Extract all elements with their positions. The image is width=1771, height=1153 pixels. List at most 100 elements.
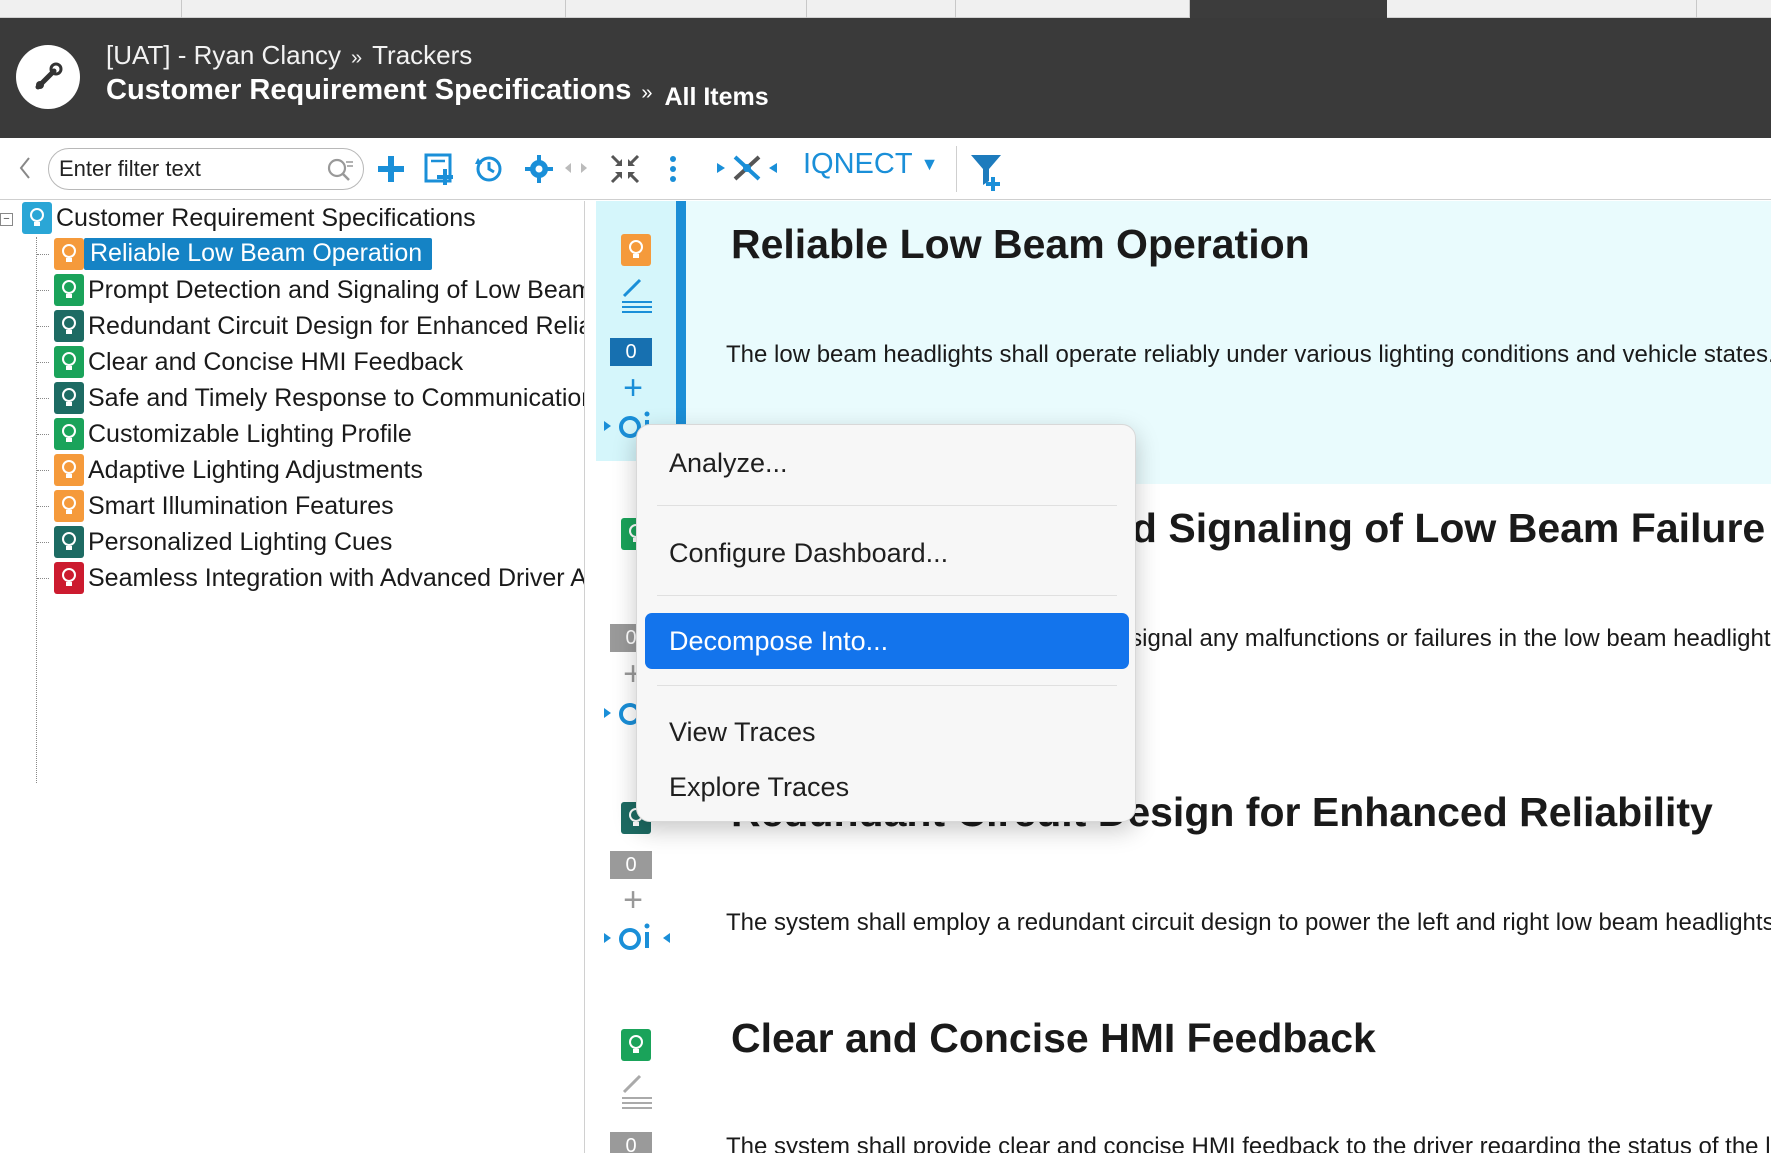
tree-guide-tick	[37, 506, 49, 507]
menu-item-configure-dashboard[interactable]: Configure Dashboard...	[645, 525, 1129, 581]
browser-tab[interactable]	[1387, 0, 1697, 18]
breadcrumb-project[interactable]: [UAT] - Ryan Clancy	[106, 40, 341, 70]
tree-guide-tick	[37, 362, 49, 363]
item-description[interactable]: The system shall provide clear and conci…	[726, 1133, 1771, 1153]
filter-box	[48, 148, 364, 190]
tree-guide-tick	[37, 542, 49, 543]
more-options-vertical-dots-icon[interactable]	[660, 150, 686, 188]
toolbar: IQNECT ▼	[0, 138, 1771, 200]
tree-panel: − Customer Requirement Specifications Re…	[0, 201, 585, 1153]
iqnect-label: IQNECT	[803, 148, 913, 180]
collapse-all-icon[interactable]	[606, 150, 644, 188]
title-separator: »	[641, 82, 653, 104]
status-lightbulb-icon[interactable]	[621, 1029, 651, 1061]
breadcrumb: [UAT] - Ryan Clancy » Trackers	[106, 40, 472, 71]
tree-item-label: Redundant Circuit Design for Enhanced Re…	[88, 311, 584, 340]
tree-item[interactable]: Redundant Circuit Design for Enhanced Re…	[54, 309, 584, 343]
comment-count-badge[interactable]: 0	[610, 851, 652, 879]
add-plus-icon[interactable]: +	[618, 371, 648, 405]
add-child-item-icon[interactable]	[422, 150, 460, 188]
iqnect-menu-button[interactable]: IQNECT ▼	[803, 148, 938, 181]
collapse-panel-chevron-icon[interactable]	[12, 152, 38, 184]
tree-item[interactable]: Customizable Lighting Profile	[54, 417, 412, 451]
status-lightbulb-icon	[54, 382, 84, 414]
status-lightbulb-icon	[54, 274, 84, 306]
tree-item[interactable]: Safe and Timely Response to Communicatio…	[54, 381, 584, 415]
browser-tab[interactable]	[807, 0, 956, 18]
item-description[interactable]: The low beam headlights shall operate re…	[726, 341, 1771, 369]
edit-pencil-icon[interactable]	[620, 1074, 654, 1114]
item-title[interactable]: Reliable Low Beam Operation	[731, 221, 1310, 268]
item-description[interactable]: The system shall employ a redundant circ…	[726, 909, 1771, 937]
browser-tab-active[interactable]	[1190, 0, 1387, 18]
breadcrumb-separator: »	[351, 47, 363, 69]
browser-tab[interactable]	[0, 0, 182, 18]
page-title-line: Customer Requirement Specifications » All …	[106, 74, 769, 111]
item-title[interactable]: Clear and Concise HMI Feedback	[731, 1015, 1376, 1062]
tree-item-label: Customizable Lighting Profile	[88, 419, 412, 448]
iqnect-connect-icon[interactable]	[714, 148, 780, 188]
view-name[interactable]: All Items	[664, 83, 768, 111]
tracker-header: [UAT] - Ryan Clancy » Trackers Customer Re…	[0, 18, 1771, 138]
edit-pencil-icon[interactable]	[620, 278, 654, 318]
status-lightbulb-icon	[54, 418, 84, 450]
tree-item-label: Personalized Lighting Cues	[88, 527, 393, 556]
tree-item-label: Clear and Concise HMI Feedback	[88, 347, 464, 376]
tree-item-label: Smart Illumination Features	[88, 491, 394, 520]
status-lightbulb-icon	[54, 238, 84, 270]
menu-item-view-traces[interactable]: View Traces	[645, 704, 1129, 760]
tree-item[interactable]: Smart Illumination Features	[54, 489, 394, 523]
tree-item[interactable]: Clear and Concise HMI Feedback	[54, 345, 463, 379]
tree-guide-tick	[37, 326, 49, 327]
menu-item-explore-traces[interactable]: Explore Traces	[645, 759, 1129, 815]
browser-tab[interactable]	[956, 0, 1190, 18]
tree-guide-line	[36, 237, 37, 783]
tree-item-label: Prompt Detection and Signaling of Low Be…	[88, 275, 584, 304]
tree-item[interactable]: Seamless Integration with Advanced Drive…	[54, 561, 584, 595]
add-item-plus-icon[interactable]	[374, 152, 408, 186]
filter-input[interactable]	[59, 155, 319, 183]
splitter-arrows-icon[interactable]	[562, 158, 590, 178]
tree-root-label: Customer Requirement Specifications	[56, 203, 476, 232]
status-lightbulb-icon	[54, 562, 84, 594]
browser-tab[interactable]	[566, 0, 807, 18]
tree-item-label: Seamless Integration with Advanced Drive…	[88, 563, 584, 592]
context-menu: Analyze... Configure Dashboard... Decomp…	[636, 424, 1136, 822]
tree-item-label: Adaptive Lighting Adjustments	[88, 455, 423, 484]
tree-item-selected[interactable]: Reliable Low Beam Operation	[54, 237, 433, 271]
tree-item[interactable]: Prompt Detection and Signaling of Low Be…	[54, 273, 584, 307]
ai-assist-icon[interactable]	[602, 922, 672, 954]
tree-expander-minus-icon[interactable]: −	[0, 213, 13, 226]
tracker-lightbulb-icon	[22, 202, 52, 234]
tree-guide-tick	[37, 290, 49, 291]
tree-guide-tick	[37, 434, 49, 435]
add-plus-icon[interactable]: +	[618, 883, 648, 917]
breadcrumb-trackers[interactable]: Trackers	[372, 40, 472, 70]
menu-item-analyze[interactable]: Analyze...	[645, 435, 1129, 491]
tree-guide-tick	[37, 470, 49, 471]
menu-separator	[657, 505, 1117, 506]
comment-count-badge[interactable]: 0	[610, 338, 652, 366]
menu-separator	[657, 685, 1117, 686]
menu-item-decompose-into[interactable]: Decompose Into...	[645, 613, 1129, 669]
tree-root[interactable]: Customer Requirement Specifications	[22, 201, 476, 235]
history-clock-icon[interactable]	[472, 152, 506, 186]
status-lightbulb-icon[interactable]	[621, 234, 651, 266]
status-lightbulb-icon	[54, 454, 84, 486]
browser-tab[interactable]	[182, 0, 566, 18]
page-title[interactable]: Customer Requirement Specifications	[106, 74, 631, 106]
tree-item-label: Reliable Low Beam Operation	[84, 238, 433, 270]
add-filter-funnel-icon[interactable]	[968, 150, 1006, 192]
logo-icon	[35, 62, 63, 90]
settings-gear-icon[interactable]	[522, 152, 556, 186]
browser-tab-strip	[0, 0, 1771, 18]
status-lightbulb-icon	[54, 526, 84, 558]
app-logo[interactable]	[16, 45, 80, 109]
tree-item[interactable]: Personalized Lighting Cues	[54, 525, 392, 559]
status-lightbulb-icon	[54, 310, 84, 342]
comment-count-badge[interactable]: 0	[610, 1132, 652, 1153]
tree-item[interactable]: Adaptive Lighting Adjustments	[54, 453, 423, 487]
filter-search-icon[interactable]	[325, 155, 355, 185]
menu-separator	[657, 595, 1117, 596]
tree-guide-tick	[37, 578, 49, 579]
